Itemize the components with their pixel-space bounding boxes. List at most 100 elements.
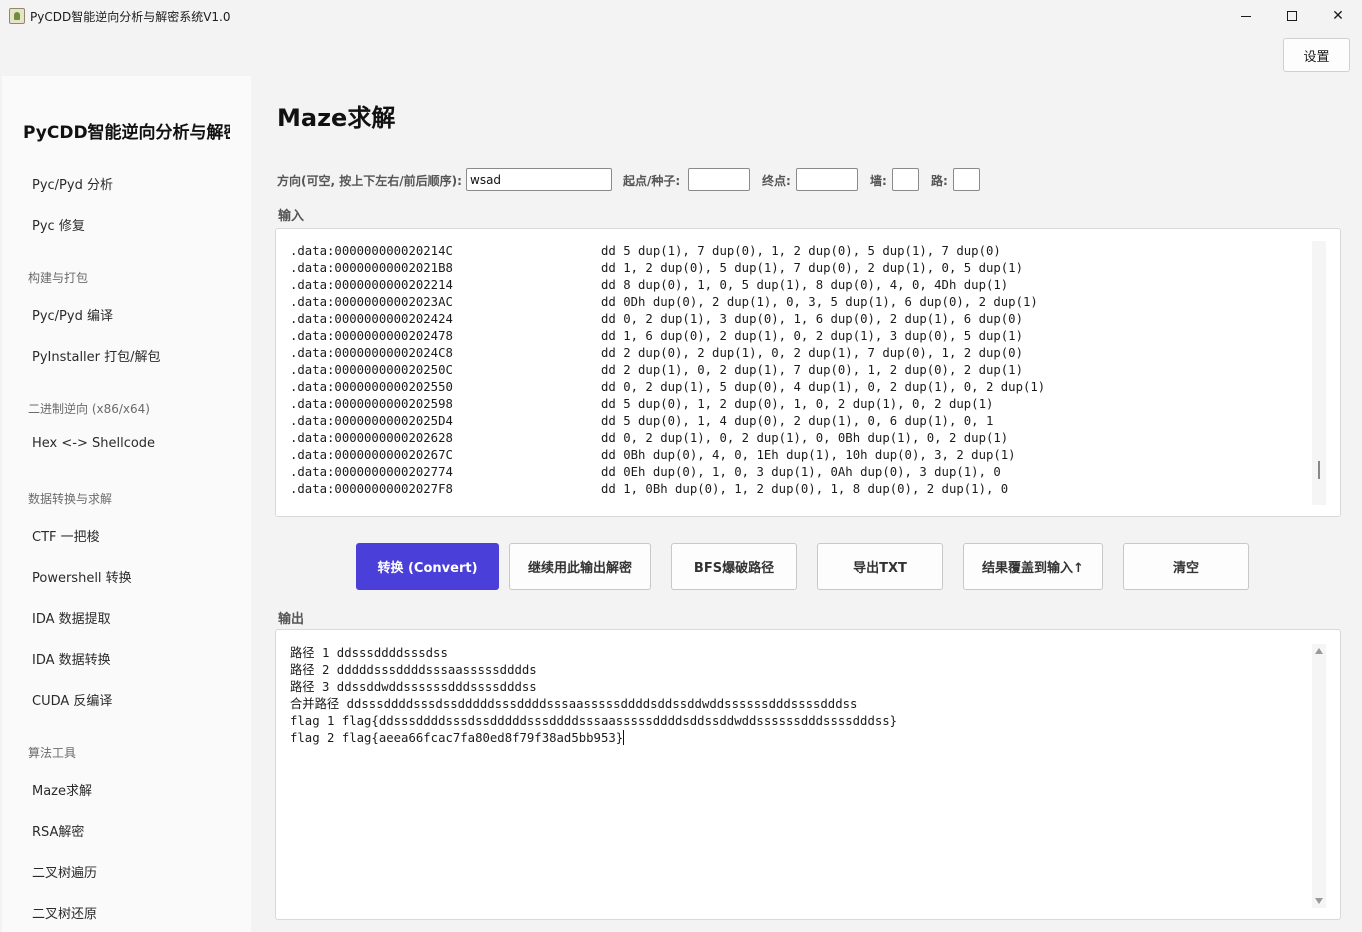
bfs-button[interactable]: BFS爆破路径 [671,543,797,590]
sidebar-item-ida-convert[interactable]: IDA 数据转换 [32,649,111,668]
input-line-code: dd 5 dup(0), 1, 4 dup(0), 2 dup(1), 0, 6… [601,414,994,428]
convert-button[interactable]: 转换 (Convert) [356,543,499,590]
input-line-code: dd 1, 2 dup(0), 5 dup(1), 7 dup(0), 2 du… [601,261,1023,275]
input-line-address: .data:0000000000202628 [290,431,453,445]
output-line: 合并路径 ddsssddddsssdssdddddsssddddsssaasss… [290,697,858,711]
output-textarea[interactable]: 路径 1 ddsssddddsssdss 路径 2 dddddsssddddsss… [275,629,1341,920]
input-line-code: dd 5 dup(1), 7 dup(0), 1, 2 dup(0), 5 du… [601,244,1001,258]
input-line-address: .data:00000000002025D4 [290,414,453,428]
input-line: .data:0000000000202774 dd 0Eh dup(0), 1, … [290,464,1310,481]
input-line-address: .data:0000000000202550 [290,380,453,394]
input-line-code: dd 0Eh dup(0), 1, 0, 3 dup(1), 0Ah dup(0… [601,465,1001,479]
input-line: .data:000000000020250C dd 2 dup(1), 0, 2 … [290,362,1310,379]
sidebar-item-rsa[interactable]: RSA解密 [32,821,84,840]
input-line-code: dd 2 dup(1), 0, 2 dup(1), 7 dup(0), 1, 2… [601,363,1023,377]
input-line-code: dd 0Dh dup(0), 2 dup(1), 0, 3, 5 dup(1),… [601,295,1038,309]
sidebar-item-ctf[interactable]: CTF 一把梭 [32,526,100,545]
input-line-code: dd 0, 2 dup(1), 5 dup(0), 4 dup(1), 0, 2… [601,380,1046,394]
input-line-code: dd 2 dup(0), 2 dup(1), 0, 2 dup(1), 7 du… [601,346,1023,360]
input-text: .data:000000000020214C dd 5 dup(1), 7 dup… [290,243,1310,505]
sidebar-app-title: PyCDD智能逆向分析与解密系统V1.0 [23,123,230,143]
sidebar: PyCDD智能逆向分析与解密系统V1.0 Pyc/Pyd 分析 Pyc 修复 构… [2,76,251,932]
settings-button[interactable]: 设置 [1283,38,1350,72]
sidebar-item-tree-restore[interactable]: 二叉树还原 [32,903,97,922]
road-input[interactable] [953,168,980,191]
sidebar-item-hex-shellcode[interactable]: Hex <-> Shellcode [32,436,155,451]
sidebar-group-binary: 二进制逆向 (x86/x64) [28,402,150,416]
input-line-address: .data:0000000000202598 [290,397,453,411]
input-line: .data:0000000000202478 dd 1, 6 dup(0), 2 … [290,328,1310,345]
output-line: 路径 1 ddsssddddsssdss [290,646,448,660]
sidebar-item-pyc-analysis[interactable]: Pyc/Pyd 分析 [32,174,113,193]
overwrite-input-button[interactable]: 结果覆盖到输入↑ [963,543,1103,590]
sidebar-item-maze[interactable]: Maze求解 [32,780,92,799]
input-line-address: .data:000000000020267C [290,448,453,462]
sidebar-item-cuda[interactable]: CUDA 反编译 [32,690,112,709]
direction-input[interactable] [466,168,612,191]
input-line-code: dd 1, 6 dup(0), 2 dup(1), 0, 2 dup(1), 3… [601,329,1023,343]
input-line-address: .data:000000000020250C [290,363,453,377]
start-input[interactable] [688,168,750,191]
output-scrollbar[interactable] [1312,644,1326,908]
output-text: 路径 1 ddsssddddsssdss 路径 2 dddddsssddddsss… [290,645,1310,905]
input-line: .data:00000000002025D4 dd 5 dup(0), 1, 4 … [290,413,1310,430]
maximize-button[interactable] [1269,0,1315,32]
input-line: .data:0000000000202550 dd 0, 2 dup(1), 5 … [290,379,1310,396]
close-button[interactable]: ✕ [1315,0,1361,32]
scroll-down-icon[interactable] [1315,898,1323,904]
input-line: .data:0000000000202214 dd 8 dup(0), 1, 0,… [290,277,1310,294]
output-line: 路径 3 ddssddwddssssssdddssssdddss [290,680,537,694]
input-line: .data:0000000000202598 dd 5 dup(0), 1, 2 … [290,396,1310,413]
output-label: 输出 [278,612,305,627]
start-label: 起点/种子: [623,174,681,188]
wall-label: 墙: [870,174,887,188]
sidebar-item-pyc-repair[interactable]: Pyc 修复 [32,215,85,234]
input-line-code: dd 0Bh dup(0), 4, 0, 1Eh dup(1), 10h dup… [601,448,1016,462]
input-line-address: .data:00000000002023AC [290,295,453,309]
minimize-button[interactable] [1223,0,1269,32]
window-title: PyCDD智能逆向分析与解密系统V1.0 [30,10,231,24]
input-line: .data:000000000020267C dd 0Bh dup(0), 4, … [290,447,1310,464]
maximize-icon [1287,11,1297,21]
road-label: 路: [931,174,948,188]
sidebar-item-powershell[interactable]: Powershell 转换 [32,567,132,586]
sidebar-item-pyc-compile[interactable]: Pyc/Pyd 编译 [32,305,113,324]
direction-label: 方向(可空, 按上下左右/前后顺序): [277,174,462,188]
sidebar-group-algo: 算法工具 [28,746,77,760]
clear-button[interactable]: 清空 [1123,543,1249,590]
input-line-code: dd 0, 2 dup(1), 3 dup(0), 1, 6 dup(0), 2… [601,312,1023,326]
input-line: .data:00000000002023AC dd 0Dh dup(0), 2 d… [290,294,1310,311]
input-line: .data:00000000002027F8 dd 1, 0Bh dup(0), … [290,481,1310,498]
input-line-address: .data:0000000000202214 [290,278,453,292]
output-line: flag 1 flag{ddsssddddsssdssdddddsssdddds… [290,714,898,728]
input-line: .data:0000000000202628 dd 0, 2 dup(1), 0,… [290,430,1310,447]
input-line: .data:000000000020214C dd 5 dup(1), 7 dup… [290,243,1310,260]
input-line: .data:00000000002024C8 dd 2 dup(0), 2 dup… [290,345,1310,362]
decrypt-with-output-button[interactable]: 继续用此输出解密 [509,543,651,590]
output-line: flag 2 flag{aeea66fcac7fa80ed8f79f38ad5b… [290,730,625,745]
input-line-address: .data:0000000000202424 [290,312,453,326]
input-scroll-thumb[interactable] [1318,461,1320,479]
sidebar-item-ida-extract[interactable]: IDA 数据提取 [32,608,111,627]
input-line-address: .data:0000000000202478 [290,329,453,343]
input-line-code: dd 1, 0Bh dup(0), 1, 2 dup(0), 1, 8 dup(… [601,482,1009,496]
close-icon: ✕ [1332,8,1344,24]
sidebar-item-pyinstaller[interactable]: PyInstaller 打包/解包 [32,346,161,365]
export-txt-button[interactable]: 导出TXT [817,543,943,590]
input-line: .data:0000000000202424 dd 0, 2 dup(1), 3 … [290,311,1310,328]
input-line-address: .data:00000000002024C8 [290,346,453,360]
input-line-address: .data:00000000002027F8 [290,482,453,496]
sidebar-group-data: 数据转换与求解 [28,492,113,506]
input-textarea[interactable]: .data:000000000020214C dd 5 dup(1), 7 dup… [275,228,1341,517]
page-title: Maze求解 [277,104,396,132]
wall-input[interactable] [892,168,919,191]
input-label: 输入 [278,209,305,224]
sidebar-item-tree-traverse[interactable]: 二叉树遍历 [32,862,97,881]
scroll-up-icon[interactable] [1315,648,1323,654]
end-input[interactable] [796,168,858,191]
input-scrollbar[interactable] [1312,241,1326,505]
minimize-icon [1241,15,1251,17]
input-line-code: dd 0, 2 dup(1), 0, 2 dup(1), 0, 0Bh dup(… [601,431,1009,445]
input-line-address: .data:0000000000202774 [290,465,453,479]
input-line-address: .data:000000000020214C [290,244,453,258]
